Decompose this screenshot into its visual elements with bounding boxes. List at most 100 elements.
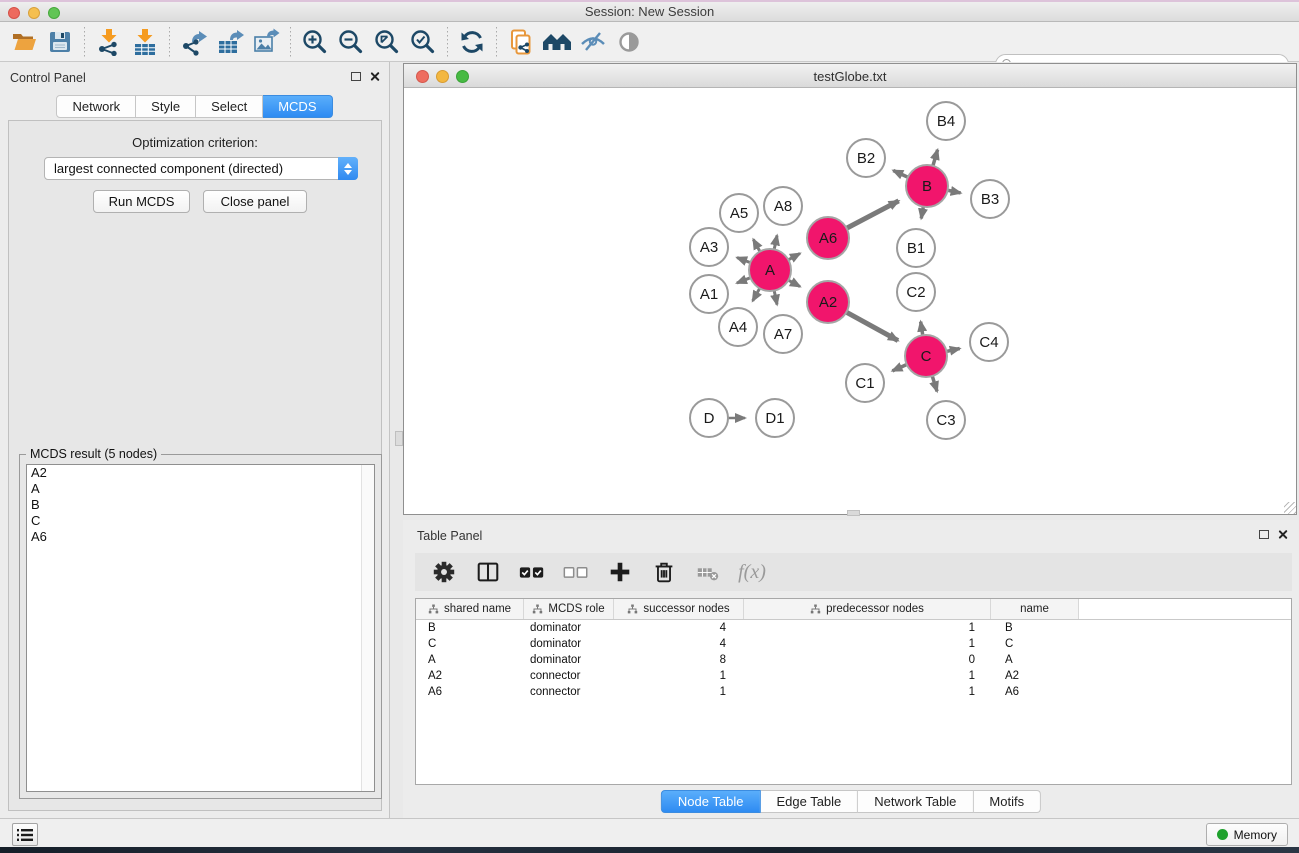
graph-node-C2[interactable]: C2 — [896, 272, 936, 312]
graph-edge-A6-B[interactable] — [847, 201, 899, 228]
mcds-result-item[interactable]: A2 — [27, 465, 374, 481]
column-header-name[interactable]: name — [991, 599, 1079, 619]
zoom-out-icon[interactable] — [333, 25, 369, 59]
graph-edge-C-C3[interactable] — [932, 376, 937, 391]
table-row[interactable]: Bdominator41B — [416, 620, 1291, 636]
import-table-icon[interactable] — [127, 25, 163, 59]
save-session-icon[interactable] — [42, 25, 78, 59]
duplicate-network-icon[interactable] — [503, 25, 539, 59]
add-column-icon[interactable] — [605, 557, 635, 587]
table-cell[interactable]: A6 — [991, 686, 1079, 698]
table-cell[interactable]: dominator — [524, 654, 614, 666]
table-cell[interactable]: C — [991, 638, 1079, 650]
tab-network[interactable]: Network — [56, 95, 136, 118]
export-image-icon[interactable] — [248, 25, 284, 59]
mcds-result-item[interactable]: C — [27, 513, 374, 529]
delete-column-icon[interactable] — [649, 557, 679, 587]
table-cell[interactable]: 1 — [744, 670, 991, 682]
table-cell[interactable]: A — [416, 654, 524, 666]
tab-node-table[interactable]: Node Table — [661, 790, 761, 813]
homes-icon[interactable] — [539, 25, 575, 59]
graph-edge-B-B4[interactable] — [933, 150, 938, 166]
graph-edge-A-A7[interactable] — [774, 291, 777, 305]
graph-node-A1[interactable]: A1 — [689, 274, 729, 314]
scrollbar-track[interactable] — [361, 465, 374, 791]
graph-node-A2[interactable]: A2 — [806, 280, 850, 324]
select-stepper-icon[interactable] — [338, 157, 358, 180]
graph-node-A[interactable]: A — [748, 248, 792, 292]
table-cell[interactable]: connector — [524, 670, 614, 682]
export-network-icon[interactable] — [176, 25, 212, 59]
table-cell[interactable]: 0 — [744, 654, 991, 666]
table-cell[interactable]: A6 — [416, 686, 524, 698]
graph-node-A7[interactable]: A7 — [763, 314, 803, 354]
table-cell[interactable]: 1 — [614, 686, 744, 698]
graph-edge-B-B1[interactable] — [921, 207, 923, 219]
table-row[interactable]: Cdominator41C — [416, 636, 1291, 652]
graph-edge-C-C4[interactable] — [946, 349, 959, 352]
graph-node-B3[interactable]: B3 — [970, 179, 1010, 219]
graph-edge-B-B3[interactable] — [948, 190, 961, 193]
hide-details-icon[interactable] — [575, 25, 611, 59]
graph-node-C3[interactable]: C3 — [926, 400, 966, 440]
graph-node-A8[interactable]: A8 — [763, 186, 803, 226]
float-panel-icon[interactable] — [351, 72, 361, 81]
graph-edge-A-A6[interactable] — [788, 253, 800, 259]
tab-network-table[interactable]: Network Table — [858, 790, 973, 813]
column-header-successor-nodes[interactable]: successor nodes — [614, 599, 744, 619]
graph-node-B[interactable]: B — [905, 164, 949, 208]
run-mcds-button[interactable]: Run MCDS — [93, 190, 190, 213]
table-row[interactable]: Adominator80A — [416, 652, 1291, 668]
import-network-icon[interactable] — [91, 25, 127, 59]
splitter-handle[interactable] — [395, 431, 403, 446]
function-builder-icon[interactable]: f(x) — [737, 557, 767, 587]
table-cell[interactable]: dominator — [524, 638, 614, 650]
refresh-icon[interactable] — [454, 25, 490, 59]
resize-grip[interactable] — [1284, 502, 1296, 514]
column-header-predecessor-nodes[interactable]: predecessor nodes — [744, 599, 991, 619]
float-table-panel-icon[interactable] — [1259, 530, 1269, 539]
graph-edge-A-A4[interactable] — [753, 288, 760, 301]
table-cell[interactable]: 1 — [614, 670, 744, 682]
graph-node-A5[interactable]: A5 — [719, 193, 759, 233]
graph-node-B1[interactable]: B1 — [896, 228, 936, 268]
eye-icon[interactable] — [611, 25, 647, 59]
graph-node-C1[interactable]: C1 — [845, 363, 885, 403]
zoom-selected-icon[interactable] — [405, 25, 441, 59]
graph-node-C[interactable]: C — [904, 334, 948, 378]
tab-edge-table[interactable]: Edge Table — [760, 790, 858, 813]
node-table[interactable]: shared nameMCDS rolesuccessor nodesprede… — [415, 598, 1292, 785]
tab-motifs[interactable]: Motifs — [973, 790, 1041, 813]
table-cell[interactable]: C — [416, 638, 524, 650]
network-canvas[interactable]: B4B2BB3A8A5A6A3B1AC2A1A2A4A7C4CC1DD1C3 — [404, 88, 1296, 512]
mcds-result-item[interactable]: A — [27, 481, 374, 497]
table-cell[interactable]: connector — [524, 686, 614, 698]
graph-edge-A-A8[interactable] — [774, 235, 777, 249]
settings-gear-icon[interactable] — [429, 557, 459, 587]
table-cell[interactable]: B — [416, 622, 524, 634]
memory-button[interactable]: Memory — [1206, 823, 1288, 846]
table-cell[interactable]: 1 — [744, 622, 991, 634]
graph-node-C4[interactable]: C4 — [969, 322, 1009, 362]
graph-node-B2[interactable]: B2 — [846, 138, 886, 178]
zoom-fit-icon[interactable] — [369, 25, 405, 59]
table-cell[interactable]: B — [991, 622, 1079, 634]
table-cell[interactable]: dominator — [524, 622, 614, 634]
mcds-result-item[interactable]: B — [27, 497, 374, 513]
close-panel-icon[interactable] — [369, 71, 380, 82]
table-cell[interactable]: A — [991, 654, 1079, 666]
table-row[interactable]: A6connector11A6 — [416, 684, 1291, 700]
graph-edge-C-C1[interactable] — [892, 364, 906, 370]
graph-node-A3[interactable]: A3 — [689, 227, 729, 267]
table-row[interactable]: A2connector11A2 — [416, 668, 1291, 684]
mcds-result-item[interactable]: A6 — [27, 529, 374, 545]
tab-select[interactable]: Select — [196, 95, 263, 118]
graph-node-D[interactable]: D — [689, 398, 729, 438]
graph-edge-A-A1[interactable] — [737, 278, 751, 283]
graph-node-B4[interactable]: B4 — [926, 101, 966, 141]
table-cell[interactable]: 4 — [614, 638, 744, 650]
graph-edge-A-A2[interactable] — [788, 280, 800, 286]
select-all-icon[interactable] — [517, 557, 547, 587]
table-cell[interactable]: A2 — [991, 670, 1079, 682]
criterion-select[interactable]: largest connected component (directed) — [44, 157, 358, 180]
